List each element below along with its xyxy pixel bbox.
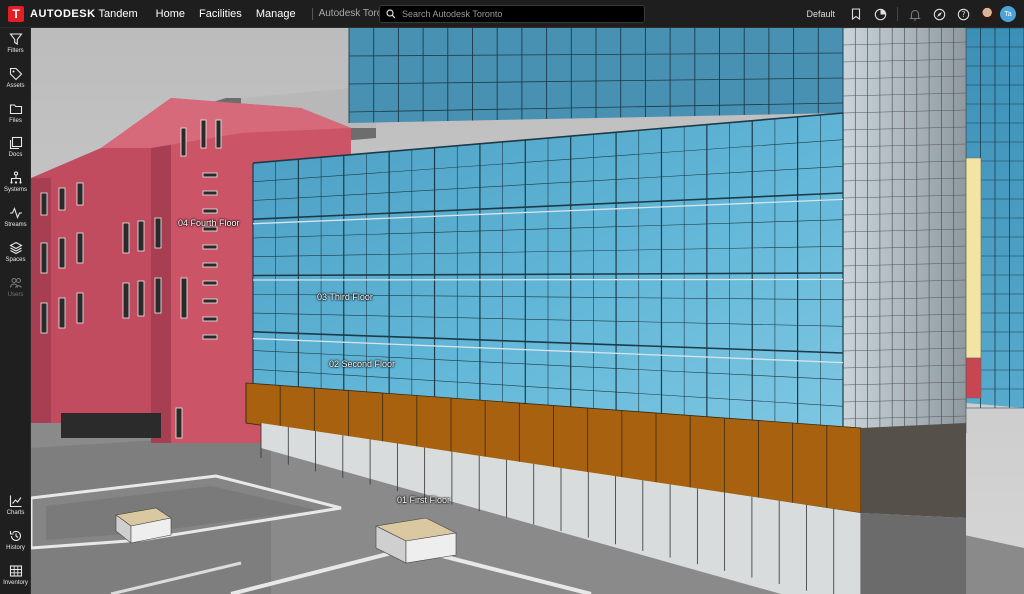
brick-window bbox=[202, 334, 218, 340]
view-selector[interactable]: Default bbox=[806, 9, 835, 19]
building-model[interactable] bbox=[31, 28, 1024, 594]
sidebar-label-docs: Docs bbox=[8, 152, 23, 158]
sidebar-label-assets: Assets bbox=[6, 83, 25, 89]
dashboard-icon[interactable] bbox=[873, 7, 887, 21]
users-icon bbox=[9, 277, 22, 288]
brick-window bbox=[202, 298, 218, 304]
header-tools: Default ? Ta bbox=[806, 0, 1016, 28]
tools-divider bbox=[897, 7, 898, 21]
sidebar-item-spaces[interactable]: Spaces bbox=[0, 241, 31, 263]
brick-window bbox=[76, 182, 84, 206]
bookmark-icon[interactable] bbox=[849, 7, 863, 21]
nav-home[interactable]: Home bbox=[156, 8, 185, 20]
tag-icon bbox=[9, 67, 22, 81]
sidebar-item-inventory[interactable]: Inventory bbox=[0, 564, 31, 586]
sidebar-item-docs[interactable]: Docs bbox=[0, 136, 31, 158]
layers-icon bbox=[8, 241, 23, 255]
brand-company: AUTODESK bbox=[30, 7, 96, 20]
brick-window bbox=[175, 407, 183, 439]
brick-window bbox=[122, 282, 130, 319]
search-input[interactable] bbox=[402, 9, 632, 19]
main-nav: Home Facilities Manage bbox=[156, 8, 296, 20]
compass-icon[interactable] bbox=[932, 7, 946, 21]
top-bar: T AUTODESK Tandem Home Facilities Manage … bbox=[0, 0, 1024, 28]
user-initials[interactable]: Ta bbox=[1000, 6, 1016, 22]
brick-window bbox=[180, 277, 188, 319]
brick-window bbox=[76, 232, 84, 264]
history-icon bbox=[9, 530, 21, 542]
nav-facilities[interactable]: Facilities bbox=[199, 8, 242, 20]
sidebar-item-charts[interactable]: Charts bbox=[0, 494, 31, 516]
line-chart-icon bbox=[9, 495, 21, 508]
sidebar-item-history[interactable]: History bbox=[0, 529, 31, 551]
sidebar-label-charts: Charts bbox=[6, 510, 25, 516]
brick-window bbox=[137, 280, 145, 317]
brick-window bbox=[215, 119, 222, 149]
right-shadow-column bbox=[861, 513, 966, 594]
floor-label-fourth[interactable]: 04 Fourth Floor bbox=[178, 218, 240, 228]
sidebar-item-users[interactable]: Users bbox=[0, 276, 31, 298]
sidebar-label-systems: Systems bbox=[3, 187, 27, 193]
brick-window bbox=[202, 262, 218, 268]
brick-window bbox=[202, 316, 218, 322]
sidebar-label-filters: Filters bbox=[7, 48, 24, 54]
sidebar-item-systems[interactable]: Systems bbox=[0, 171, 31, 193]
floor-label-second[interactable]: 02 Second Floor bbox=[329, 359, 395, 369]
documents-icon bbox=[9, 136, 22, 150]
sidebar-item-filters[interactable]: Filters bbox=[0, 32, 31, 54]
brand-name[interactable]: AUTODESK Tandem bbox=[30, 8, 138, 20]
brick-window bbox=[202, 190, 218, 196]
sidebar-item-streams[interactable]: Streams bbox=[0, 206, 31, 228]
left-sidebar: Filters Assets Files Docs Systems Stream… bbox=[0, 28, 31, 594]
brick-window bbox=[40, 302, 48, 334]
brick-window bbox=[154, 217, 162, 249]
tandem-logo[interactable]: T bbox=[8, 5, 24, 22]
brick-window bbox=[76, 292, 84, 324]
brick-window bbox=[202, 208, 218, 214]
model-viewport[interactable]: 04 Fourth Floor 03 Third Floor 02 Second… bbox=[31, 28, 1024, 594]
sidebar-label-history: History bbox=[6, 545, 25, 551]
nav-divider bbox=[311, 7, 313, 20]
nav-manage[interactable]: Manage bbox=[256, 8, 296, 20]
search-icon bbox=[386, 9, 396, 19]
brick-window bbox=[40, 192, 48, 216]
brand-product: Tandem bbox=[98, 7, 138, 20]
brick-window bbox=[202, 244, 218, 250]
pulse-icon bbox=[9, 206, 22, 220]
sidebar-label-inventory: Inventory bbox=[3, 580, 28, 586]
help-icon[interactable]: ? bbox=[956, 7, 970, 21]
floor-label-first[interactable]: 01 First Floor bbox=[397, 495, 450, 505]
brick-window bbox=[202, 280, 218, 286]
notification-bell-icon[interactable] bbox=[908, 7, 922, 21]
floor-label-third[interactable]: 03 Third Floor bbox=[317, 292, 373, 302]
hierarchy-icon bbox=[9, 171, 22, 184]
sidebar-item-assets[interactable]: Assets bbox=[0, 67, 31, 89]
folder-icon bbox=[9, 104, 22, 115]
brick-base-dark bbox=[61, 413, 161, 438]
brick-window bbox=[122, 222, 130, 254]
table-icon bbox=[9, 565, 22, 577]
brick-window bbox=[58, 237, 66, 269]
svg-text:?: ? bbox=[961, 10, 965, 19]
logo-letter: T bbox=[12, 6, 20, 21]
user-avatar[interactable] bbox=[980, 6, 996, 22]
brick-window bbox=[154, 277, 162, 314]
sidebar-label-spaces: Spaces bbox=[5, 257, 26, 263]
brick-window bbox=[58, 297, 66, 329]
brick-window bbox=[202, 172, 218, 178]
brick-window bbox=[58, 187, 66, 211]
brick-window bbox=[137, 220, 145, 252]
brick-window bbox=[40, 242, 48, 274]
sidebar-item-files[interactable]: Files bbox=[0, 102, 31, 124]
brick-window bbox=[200, 119, 207, 149]
search-box[interactable] bbox=[379, 5, 645, 23]
filter-icon bbox=[8, 33, 23, 45]
sidebar-label-streams: Streams bbox=[4, 222, 27, 228]
sidebar-label-files: Files bbox=[9, 118, 22, 124]
spandrel-side bbox=[861, 423, 966, 518]
floor-slab-edge bbox=[252, 278, 844, 281]
brick-window bbox=[180, 127, 187, 157]
sidebar-label-users: Users bbox=[7, 292, 24, 298]
